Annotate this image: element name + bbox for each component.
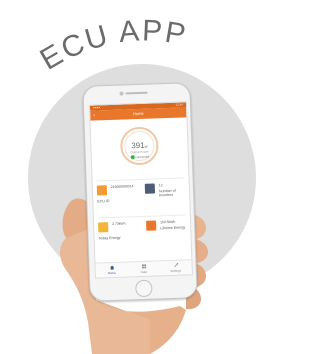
stat-value: 2.73kWh xyxy=(112,221,126,226)
tab-data[interactable]: Data xyxy=(127,261,159,276)
settings-icon xyxy=(173,263,178,268)
phone-screen: ●●●● 12:34 ‹ Home 391w Output Power conn… xyxy=(88,101,193,279)
home-icon xyxy=(109,265,114,270)
home-button[interactable] xyxy=(135,279,153,298)
power-gauge: 391w Output Power connected xyxy=(90,117,188,180)
stat-label: Today Energy xyxy=(98,235,121,241)
stage: ECU APP ●●●● 12:34 ‹ Home 391w Output Po… xyxy=(0,0,263,354)
speaker xyxy=(125,91,148,95)
sun-icon xyxy=(98,222,109,233)
stats-grid: 216000000014 ECU ID 12 Number of Inverte… xyxy=(93,177,192,256)
battery-icon xyxy=(146,220,157,231)
inverter-icon xyxy=(144,183,156,194)
app-title: Home xyxy=(132,110,144,117)
tab-bar: Home Data Settings xyxy=(95,259,192,278)
phone: ●●●● 12:34 ‹ Home 391w Output Power conn… xyxy=(82,82,198,302)
stat-value: 12 xyxy=(158,183,163,188)
stat-ecu-id[interactable]: 216000000014 ECU ID xyxy=(95,182,140,218)
stat-value: 159.5kWh xyxy=(160,219,176,225)
stat-label: ECU ID xyxy=(97,199,110,204)
front-camera xyxy=(119,91,124,96)
back-icon[interactable]: ‹ xyxy=(93,111,95,121)
status-dot-icon xyxy=(130,155,135,160)
tab-label: Home xyxy=(107,270,116,276)
data-icon xyxy=(141,264,146,269)
gauge-number: 391 xyxy=(131,140,145,151)
stat-today-energy[interactable]: 2.73kWh Today Energy xyxy=(96,219,141,255)
connection-label: connected xyxy=(135,154,150,160)
tab-home[interactable]: Home xyxy=(95,262,127,277)
stat-inverters[interactable]: 12 Number of Inverters xyxy=(143,180,188,216)
stat-lifetime-energy[interactable]: 159.5kWh Lifetime Energy xyxy=(144,217,189,253)
tab-label: Settings xyxy=(170,268,182,273)
ecu-icon xyxy=(96,185,108,196)
tab-label: Data xyxy=(140,269,148,275)
stat-label: Number of Inverters xyxy=(158,188,176,198)
stat-value: 216000000014 xyxy=(110,184,134,190)
stat-label: Lifetime Energy xyxy=(160,225,186,231)
tab-settings[interactable]: Settings xyxy=(159,260,191,275)
gauge-unit: w xyxy=(144,143,148,149)
